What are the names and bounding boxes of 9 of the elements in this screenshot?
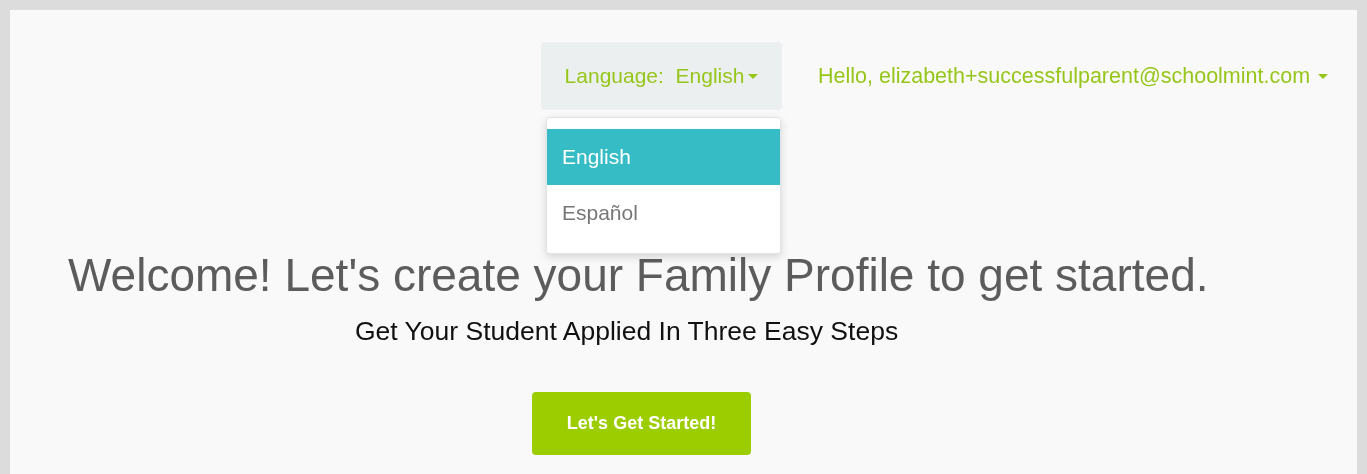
welcome-heading: Welcome! Let's create your Family Profile to get started.: [68, 250, 1210, 301]
get-started-button[interactable]: Let's Get Started!: [532, 392, 751, 456]
subheading: Get Your Student Applied In Three Easy Steps: [355, 314, 900, 348]
language-option[interactable]: English: [547, 129, 780, 185]
user-menu[interactable]: Hello, elizabeth+successfulparent@schoolmint.com: [818, 42, 1329, 110]
caret-icon: [1318, 73, 1329, 79]
caret-icon: [748, 73, 759, 79]
language-dropdown[interactable]: Language: English: [541, 42, 782, 110]
language-option[interactable]: Español: [547, 185, 780, 241]
